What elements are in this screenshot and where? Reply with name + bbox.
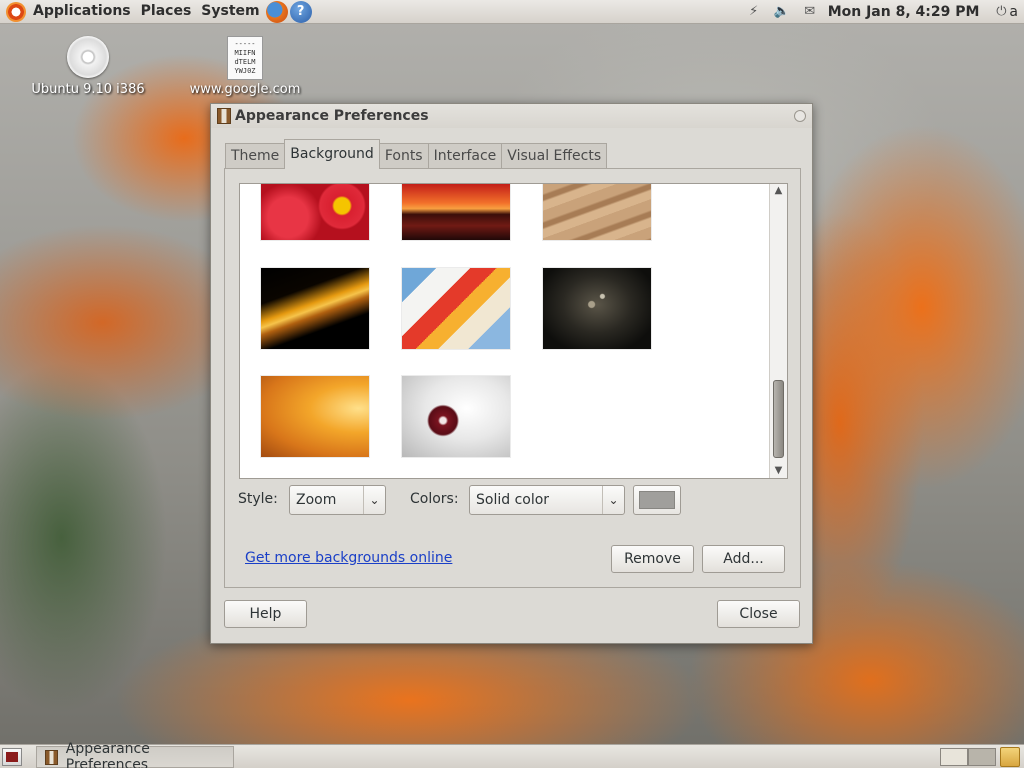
wallpaper-thumb-sand-dunes[interactable] xyxy=(543,184,651,240)
scrollbar-thumb[interactable] xyxy=(773,380,784,458)
desktop-icon-ubuntu-cd[interactable]: Ubuntu 9.10 i386 xyxy=(18,36,158,97)
add-button[interactable]: Add... xyxy=(702,545,785,573)
document-icon: ----- MIIFN dTELM YWJ0Z xyxy=(227,36,263,80)
window-title: Appearance Preferences xyxy=(235,108,429,124)
background-tab-panel: ▲ ▼ Style: Zoom ⌄ Colors: Solid color ⌄ … xyxy=(224,168,801,588)
mail-icon[interactable]: ✉ xyxy=(802,4,818,20)
add-button-label: Add... xyxy=(723,551,764,567)
clock[interactable]: Mon Jan 8, 4:29 PM xyxy=(828,4,980,20)
window-close-icon[interactable] xyxy=(794,110,806,122)
tab-fonts[interactable]: Fonts xyxy=(378,143,429,169)
tab-theme[interactable]: Theme xyxy=(225,143,286,169)
desktop-icon-google-file[interactable]: ----- MIIFN dTELM YWJ0Z www.google.com xyxy=(175,36,315,97)
top-panel: Applications Places System ? ⚡ 🔈 ✉ Mon J… xyxy=(0,0,1024,24)
menu-system[interactable]: System xyxy=(196,0,264,24)
cd-icon xyxy=(67,36,109,78)
show-desktop-icon[interactable] xyxy=(2,748,22,766)
scroll-up-icon[interactable]: ▲ xyxy=(770,184,787,198)
color-swatch xyxy=(639,491,675,509)
style-dropdown[interactable]: Zoom ⌄ xyxy=(289,485,386,515)
help-button-label: Help xyxy=(249,606,282,622)
wallpaper-thumb-orange-gradient[interactable] xyxy=(261,376,369,457)
menu-applications[interactable]: Applications xyxy=(28,0,136,24)
remove-button-label: Remove xyxy=(624,551,681,567)
tab-interface[interactable]: Interface xyxy=(427,143,503,169)
chevron-down-icon: ⌄ xyxy=(602,486,624,514)
bottom-panel: Appearance Preferences xyxy=(0,741,1024,768)
desktop-icon-label: www.google.com xyxy=(189,82,301,97)
wallpaper-thumb-dark-orange-streaks[interactable] xyxy=(261,268,369,349)
wallpaper-thumb-white-flower[interactable] xyxy=(402,376,510,457)
appearance-app-icon xyxy=(45,749,58,765)
colors-dropdown[interactable]: Solid color ⌄ xyxy=(469,485,625,515)
tab-background[interactable]: Background xyxy=(284,139,380,169)
style-label: Style: xyxy=(238,491,278,507)
tab-bar: Theme Background Fonts Interface Visual … xyxy=(225,139,608,169)
window-titlebar[interactable]: Appearance Preferences xyxy=(211,104,812,128)
network-icon[interactable]: ⚡ xyxy=(746,4,762,20)
menu-places[interactable]: Places xyxy=(136,0,197,24)
volume-icon[interactable]: 🔈 xyxy=(774,4,790,20)
user-name[interactable]: a xyxy=(1009,4,1018,20)
close-button[interactable]: Close xyxy=(717,600,800,628)
ubuntu-logo-icon[interactable] xyxy=(6,1,26,22)
scroll-down-icon[interactable]: ▼ xyxy=(770,464,787,478)
wallpaper-thumb-dark-sparkles[interactable] xyxy=(543,268,651,349)
wallpaper-list-scrollbar[interactable]: ▲ ▼ xyxy=(769,184,787,478)
colors-value: Solid color xyxy=(476,492,550,508)
workspace-1[interactable] xyxy=(940,748,968,766)
wallpaper-list[interactable]: ▲ ▼ xyxy=(239,183,788,479)
colors-label: Colors: xyxy=(410,491,459,507)
help-icon[interactable]: ? xyxy=(289,0,312,23)
wallpaper-thumb-colorful-paper[interactable] xyxy=(402,268,510,349)
wallpaper-thumb-red-flowers[interactable] xyxy=(261,184,369,240)
power-icon[interactable]: ⏻ xyxy=(993,4,1009,20)
firefox-icon[interactable] xyxy=(265,0,288,23)
trash-icon[interactable] xyxy=(1000,747,1020,767)
taskbar-window-label: Appearance Preferences xyxy=(65,741,150,768)
color-picker-button[interactable] xyxy=(633,485,681,515)
appearance-preferences-window: Appearance Preferences Theme Background … xyxy=(210,103,813,644)
help-button[interactable]: Help xyxy=(224,600,307,628)
desktop-icon-label: Ubuntu 9.10 i386 xyxy=(31,82,145,97)
close-button-label: Close xyxy=(739,606,778,622)
taskbar-window-button[interactable]: Appearance Preferences xyxy=(36,741,234,768)
appearance-app-icon xyxy=(217,108,231,124)
workspace-2[interactable] xyxy=(968,748,996,766)
tab-visual-effects[interactable]: Visual Effects xyxy=(501,143,608,169)
style-value: Zoom xyxy=(296,492,337,508)
get-more-backgrounds-link[interactable]: Get more backgrounds online xyxy=(245,550,452,566)
chevron-down-icon: ⌄ xyxy=(363,486,385,514)
wallpaper-thumb-sunset-water[interactable] xyxy=(402,184,510,240)
remove-button[interactable]: Remove xyxy=(611,545,694,573)
